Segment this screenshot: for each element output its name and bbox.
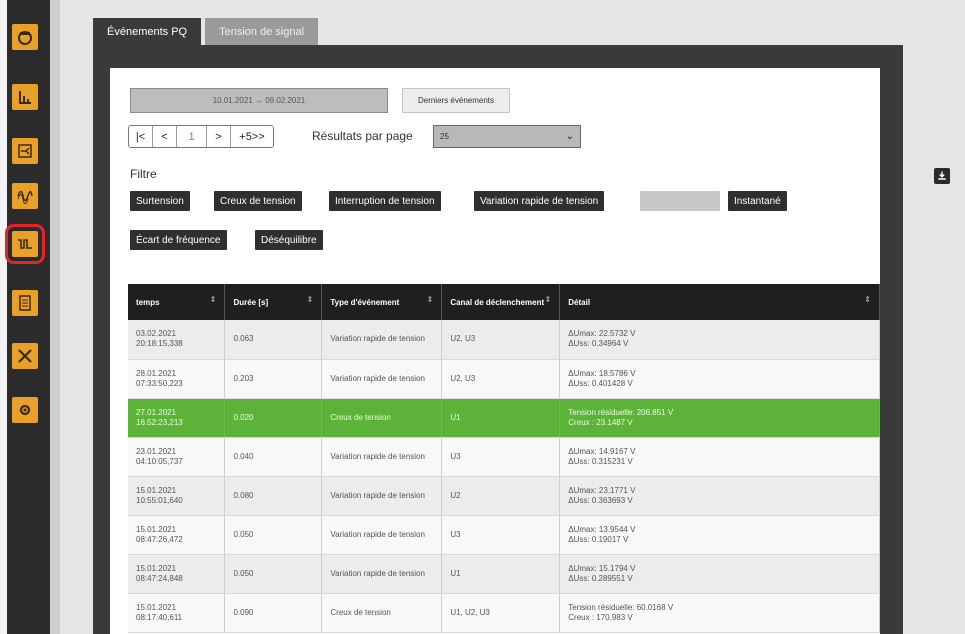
cell-duration: 0.080 bbox=[224, 476, 323, 516]
cell-detail: ΔUmax: 18.5786 V ΔUss: 0.401428 V bbox=[559, 359, 880, 399]
table-row[interactable]: 15.01.2021 08:47:24,848 0.050 Variation rap… bbox=[128, 554, 880, 594]
signal-wave-icon[interactable] bbox=[5, 224, 45, 264]
cell-channel: U1 bbox=[441, 554, 561, 594]
cell-channel: U2, U3 bbox=[441, 320, 561, 360]
cell-type: Variation rapide de tension bbox=[321, 437, 443, 477]
header-temps[interactable]: temps ⇕ bbox=[128, 284, 226, 320]
sort-icon[interactable]: ⇕ bbox=[545, 295, 552, 304]
header-type[interactable]: Type d'événement ⇕ bbox=[321, 284, 443, 320]
cell-channel: U1, U2, U3 bbox=[441, 593, 561, 633]
filter-desequilibre[interactable]: Déséquilibre bbox=[255, 230, 323, 250]
cell-time: 15.01.2021 08:47:24,848 bbox=[128, 554, 226, 594]
first-page-button[interactable]: |< bbox=[129, 126, 153, 147]
prev-page-button[interactable]: < bbox=[153, 126, 177, 147]
filter-creux-de-tension[interactable]: Creux de tension bbox=[214, 191, 302, 211]
cell-duration: 0.090 bbox=[224, 593, 323, 633]
filter-surtension[interactable]: Surtension bbox=[130, 191, 190, 211]
cell-duration: 0.040 bbox=[224, 437, 323, 477]
filter-interruption-de-tension[interactable]: Interruption de tension bbox=[329, 191, 441, 211]
cell-type: Variation rapide de tension bbox=[321, 359, 443, 399]
cell-duration: 0.050 bbox=[224, 554, 323, 594]
cell-channel: U2, U3 bbox=[441, 359, 561, 399]
cell-detail: Tension résiduelle: 206.851 V Creux : 23.… bbox=[559, 398, 880, 438]
sort-icon[interactable]: ⇕ bbox=[307, 295, 314, 304]
pagination: |< < 1 > +5>> bbox=[128, 125, 274, 148]
cell-channel: U1 bbox=[441, 398, 561, 438]
cell-time: 15.01.2021 08:47:26,472 bbox=[128, 515, 226, 555]
bar-chart-icon[interactable] bbox=[12, 84, 38, 110]
table-row[interactable]: 15.01.2021 08:17:40,611 0.090 Creux de tens… bbox=[128, 593, 880, 633]
cell-channel: U3 bbox=[441, 437, 561, 477]
cell-duration: 0.063 bbox=[224, 320, 323, 360]
sidebar-separator bbox=[50, 0, 60, 634]
sort-icon[interactable]: ⇕ bbox=[210, 295, 217, 304]
events-table: temps ⇕ Durée [s] ⇕ Type d'événement ⇕ Cana… bbox=[128, 284, 880, 633]
cell-channel: U3 bbox=[441, 515, 561, 555]
last-events-button[interactable]: Derniers événements bbox=[402, 88, 510, 113]
cell-detail: ΔUmax: 14.9167 V ΔUss: 0.315231 V bbox=[559, 437, 880, 477]
current-page-number[interactable]: 1 bbox=[177, 126, 207, 147]
dashboard-icon[interactable] bbox=[12, 24, 38, 50]
header-detail[interactable]: Détail ⇕ bbox=[559, 284, 880, 320]
per-page-value: 25 bbox=[440, 132, 449, 141]
main-area: Événements PQ Tension de signal 10.01.20… bbox=[60, 0, 965, 634]
cell-detail: ΔUmax: 13.9544 V ΔUss: 0.19017 V bbox=[559, 515, 880, 555]
waveform-harmonics-icon[interactable] bbox=[12, 183, 38, 209]
cell-type: Variation rapide de tension bbox=[321, 320, 443, 360]
filter-ecart-de-frequence[interactable]: Écart de fréquence bbox=[130, 230, 227, 250]
events-panel: 10.01.2021 → 09.02.2021 Derniers événeme… bbox=[110, 68, 880, 634]
cell-time: 03.02.2021 20:18:15,338 bbox=[128, 320, 226, 360]
cell-time: 15.01.2021 10:55:01,640 bbox=[128, 476, 226, 516]
tab-bar: Événements PQ Tension de signal bbox=[93, 18, 319, 45]
filter-disabled[interactable] bbox=[640, 191, 720, 211]
cell-duration: 0.203 bbox=[224, 359, 323, 399]
date-range-field[interactable]: 10.01.2021 → 09.02.2021 bbox=[130, 88, 388, 113]
table-row[interactable]: 15.01.2021 08:47:26,472 0.050 Variation rap… bbox=[128, 515, 880, 555]
table-row[interactable]: 28.01.2021 07:33:50,223 0.203 Variation rap… bbox=[128, 359, 880, 399]
network-icon[interactable] bbox=[12, 138, 38, 164]
filter-label: Filtre bbox=[130, 167, 157, 181]
cell-type: Creux de tension bbox=[321, 398, 443, 438]
cell-detail: ΔUmax: 22.5732 V ΔUss: 0.34964 V bbox=[559, 320, 880, 360]
cell-detail: ΔUmax: 15.1794 V ΔUss: 0.289551 V bbox=[559, 554, 880, 594]
document-icon[interactable] bbox=[12, 290, 38, 316]
table-header-row: temps ⇕ Durée [s] ⇕ Type d'événement ⇕ Cana… bbox=[128, 284, 880, 320]
sort-icon[interactable]: ⇕ bbox=[864, 295, 871, 304]
cell-type: Variation rapide de tension bbox=[321, 554, 443, 594]
table-row[interactable]: 27.01.2021 16:52:23,213 0.020 Creux de tens… bbox=[128, 398, 880, 438]
cell-type: Variation rapide de tension bbox=[321, 515, 443, 555]
header-duree[interactable]: Durée [s] ⇕ bbox=[224, 284, 323, 320]
cell-time: 23.01.2021 04:10:05,737 bbox=[128, 437, 226, 477]
cell-time: 15.01.2021 08:17:40,611 bbox=[128, 593, 226, 633]
cell-detail: Tension résiduelle: 60.0168 V Creux : 170… bbox=[559, 593, 880, 633]
next-page-button[interactable]: > bbox=[207, 126, 231, 147]
left-sidebar bbox=[0, 0, 50, 634]
filter-instantane[interactable]: Instantané bbox=[728, 191, 787, 211]
cell-type: Creux de tension bbox=[321, 593, 443, 633]
skip-5-pages-button[interactable]: +5>> bbox=[231, 126, 273, 147]
table-row[interactable]: 03.02.2021 20:18:15,338 0.063 Variation rap… bbox=[128, 320, 880, 360]
cell-time: 27.01.2021 16:52:23,213 bbox=[128, 398, 226, 438]
cell-duration: 0.050 bbox=[224, 515, 323, 555]
chevron-down-icon: ⌄ bbox=[565, 131, 574, 142]
sort-icon[interactable]: ⇕ bbox=[427, 295, 434, 304]
download-icon[interactable] bbox=[934, 168, 950, 184]
tools-icon[interactable] bbox=[12, 343, 38, 369]
tab-evenements-pq[interactable]: Événements PQ bbox=[93, 18, 202, 45]
per-page-select[interactable]: 25 ⌄ bbox=[433, 125, 581, 148]
cell-channel: U2 bbox=[441, 476, 561, 516]
cell-type: Variation rapide de tension bbox=[321, 476, 443, 516]
header-canal[interactable]: Canal de déclenchement ⇕ bbox=[441, 284, 561, 320]
tab-tension-de-signal[interactable]: Tension de signal bbox=[205, 18, 319, 45]
cell-time: 28.01.2021 07:33:50,223 bbox=[128, 359, 226, 399]
table-row[interactable]: 15.01.2021 10:55:01,640 0.080 Variation rap… bbox=[128, 476, 880, 516]
cell-duration: 0.020 bbox=[224, 398, 323, 438]
filter-variation-rapide-de-tension[interactable]: Variation rapide de tension bbox=[474, 191, 605, 211]
per-page-label: Résultats par page bbox=[312, 129, 413, 143]
table-row[interactable]: 23.01.2021 04:10:05,737 0.040 Variation rap… bbox=[128, 437, 880, 477]
cell-detail: ΔUmax: 23.1771 V ΔUss: 0.363693 V bbox=[559, 476, 880, 516]
settings-gear-icon[interactable] bbox=[12, 397, 38, 423]
